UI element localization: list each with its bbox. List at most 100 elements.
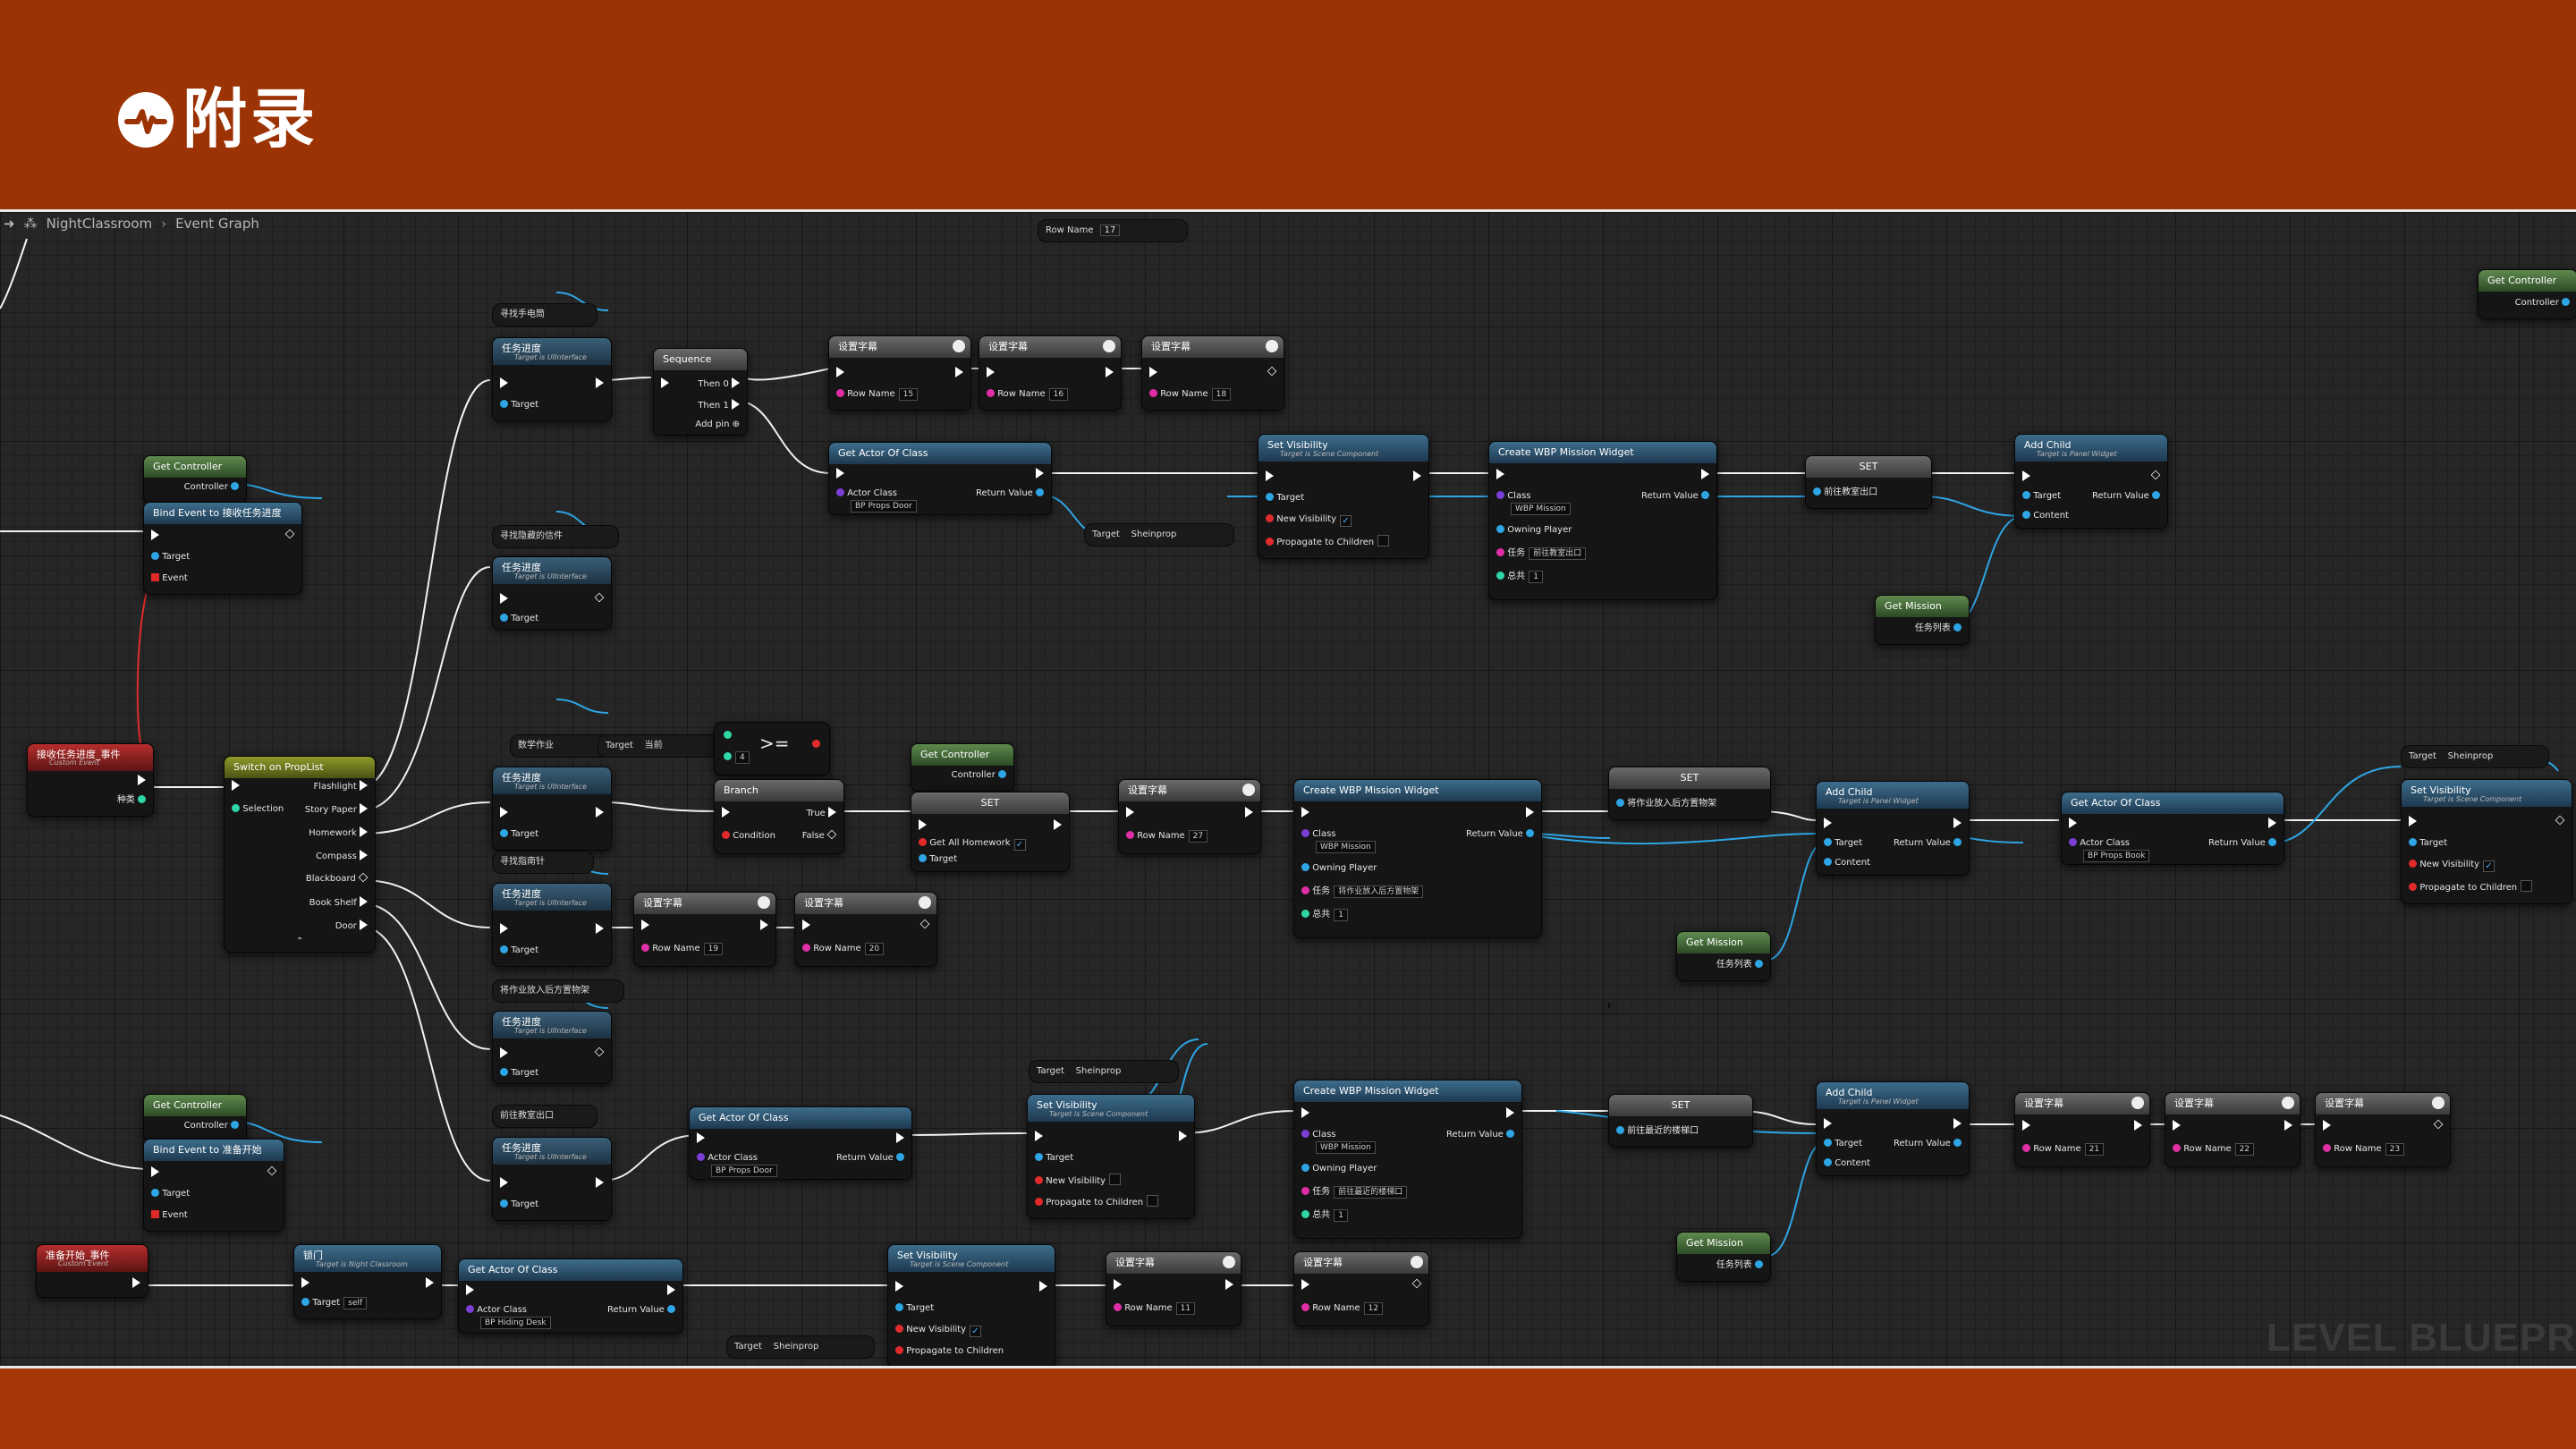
row-name-pin[interactable]: Row Name 18 [1149, 388, 1232, 401]
set-subtitle-node-27[interactable]: 设置字幕 Row Name 27 [1118, 779, 1261, 854]
set-subtitle-node-18[interactable]: 设置字幕 Row Name 18 [1141, 335, 1284, 411]
target-pin[interactable]: Target [500, 828, 538, 841]
actor-class-pin[interactable]: Actor Class [2069, 837, 2130, 850]
target-sheinprop-node[interactable]: Target Sheinprop [726, 1335, 875, 1359]
exec-in-pin[interactable] [500, 377, 508, 391]
exec-out-pin[interactable] [596, 923, 604, 936]
exec-out-pin[interactable] [596, 1177, 604, 1191]
exec-out-pin[interactable] [2284, 1120, 2292, 1133]
class-pin[interactable]: Class [1301, 1129, 1336, 1141]
exec-in-pin[interactable] [500, 923, 508, 936]
exec-in-pin[interactable] [1301, 807, 1309, 820]
lock-door-node[interactable]: 锁门 Target is Night Classroom Target self [293, 1244, 442, 1319]
exec-in-pin[interactable] [500, 807, 508, 820]
propagate-pin[interactable]: Propagate to Children [1266, 535, 1390, 549]
new-visibility-pin[interactable]: New Visibility ✓ [2409, 859, 2496, 872]
then1-pin[interactable]: Then 1 [698, 399, 740, 412]
target-pin[interactable]: Target [500, 945, 538, 957]
propagate-pin[interactable]: Propagate to Children [895, 1345, 1004, 1358]
get-mission-node[interactable]: Get Mission 任务列表 [1676, 931, 1771, 981]
exec-in-pin[interactable] [2069, 818, 2077, 831]
class-select[interactable]: WBP Mission [1312, 841, 1376, 853]
exec-in-pin[interactable] [151, 530, 159, 543]
exec-in-pin[interactable] [2409, 816, 2417, 829]
target-pin[interactable]: Target [2022, 490, 2061, 503]
content-pin[interactable]: Content [1824, 1157, 1870, 1170]
exec-out-pin[interactable] [138, 775, 146, 788]
exec-in-pin[interactable] [836, 468, 844, 481]
exec-in-pin[interactable] [2173, 1120, 2181, 1133]
set-subtitle-node-21[interactable]: 设置字幕 Row Name 21 [2014, 1092, 2150, 1167]
exec-out-pin[interactable] [596, 807, 604, 820]
var-pin[interactable]: 前往最近的楼梯口 [1616, 1125, 1699, 1138]
exec-out-pin[interactable] [1267, 366, 1277, 379]
breadcrumb-item-nightclassroom[interactable]: NightClassroom [47, 216, 153, 232]
create-widget-node[interactable]: Create WBP Mission Widget Class WBP Miss… [1488, 441, 1717, 600]
actor-class-pin[interactable]: Actor Class [466, 1304, 527, 1317]
class-select[interactable]: WBP Mission [1312, 1141, 1376, 1154]
task-pin[interactable]: 任务 前往最近的楼梯口 [1301, 1186, 1408, 1199]
get-all-homework-pin[interactable]: Get All Homework ✓ [919, 837, 1026, 851]
selection-pin[interactable]: Selection [232, 803, 284, 816]
exec-in-pin[interactable] [987, 367, 995, 380]
exec-out-pin[interactable] [1526, 807, 1534, 820]
create-widget-node[interactable]: Create WBP Mission Widget Class WBP Miss… [1293, 1080, 1522, 1239]
exec-in-pin[interactable] [1114, 1279, 1122, 1292]
return-value-pin[interactable]: Return Value [1446, 1129, 1514, 1141]
target-pin[interactable]: Target [919, 853, 957, 866]
var-pin[interactable]: 将作业放入后方置物架 [1616, 798, 1716, 810]
return-value-pin[interactable]: Return Value [976, 487, 1044, 500]
find-letter-var[interactable]: 寻找隐藏的信件 [492, 525, 619, 548]
get-controller-node[interactable]: Get Controller Controller [143, 1094, 247, 1142]
task-list-pin[interactable]: 任务列表 [1915, 623, 1962, 635]
exec-out-pin[interactable] [667, 1284, 675, 1298]
exec-in-pin[interactable] [836, 367, 844, 380]
get-controller-node[interactable]: Get Controller Controller [143, 455, 247, 504]
class-pin[interactable]: Class [1301, 828, 1336, 841]
row-name-pin[interactable]: Row Name 21 [2022, 1143, 2105, 1156]
propagate-pin[interactable]: Propagate to Children [2409, 880, 2533, 894]
exec-in-pin[interactable] [919, 819, 927, 833]
class-select[interactable]: BP Props Book [2080, 850, 2150, 862]
exec-out-pin[interactable] [760, 919, 768, 933]
exec-out-pin[interactable] [955, 367, 963, 380]
custom-event-node[interactable]: 准备开始_事件 Custom Event [36, 1244, 148, 1298]
task-list-pin[interactable]: 任务列表 [1716, 959, 1763, 971]
result-pin[interactable] [812, 739, 820, 751]
get-actor-of-class-node[interactable]: Get Actor Of Class Actor Class BP Props … [689, 1106, 912, 1180]
kind-pin[interactable]: 种类 [117, 794, 146, 807]
event-pin[interactable]: Event [151, 572, 188, 585]
case-flashlight[interactable]: Flashlight [313, 780, 368, 793]
exec-out-pin[interactable] [1036, 468, 1044, 481]
exec-out-pin[interactable] [2433, 1119, 2444, 1132]
target-pin[interactable]: Target [151, 551, 190, 564]
controller-pin[interactable]: Controller [184, 481, 239, 494]
put-homework-var[interactable]: 将作业放入后方置物架 [492, 979, 624, 1003]
task-progress-node[interactable]: 任务进度 Target is UIInterface Target [492, 883, 612, 967]
task-progress-node[interactable]: 任务进度 Target is UIInterface Target [492, 1011, 612, 1084]
target-pin[interactable]: Target self [301, 1297, 368, 1309]
collapse-icon[interactable]: ⌃ [296, 936, 303, 948]
breadcrumb-item-event-graph[interactable]: Event Graph [175, 216, 259, 232]
b-pin[interactable]: 4 [724, 751, 750, 764]
custom-event-node[interactable]: 接收任务进度_事件 Custom Event 种类 [27, 743, 154, 817]
case-book-shelf[interactable]: Book Shelf [309, 896, 368, 910]
exec-out-pin[interactable] [1054, 819, 1062, 833]
exec-in-pin[interactable] [500, 1047, 508, 1061]
bind-event-node[interactable]: Bind Event to 接收任务进度 Target Event [143, 502, 302, 595]
event-pin[interactable]: Event [151, 1209, 188, 1222]
get-mission-node[interactable]: Get Mission 任务列表 [1875, 595, 1970, 645]
total-pin[interactable]: 总共 1 [1301, 1209, 1348, 1222]
new-visibility-pin[interactable]: New Visibility [1035, 1174, 1122, 1188]
exec-out-pin[interactable] [1413, 470, 1421, 484]
set-visibility-node[interactable]: Set Visibility Target is Scene Component … [1027, 1094, 1195, 1219]
task-pin[interactable]: 任务 前往教室出口 [1496, 547, 1587, 560]
add-child-node[interactable]: Add Child Target is Panel Widget Target R… [1816, 781, 1970, 876]
target-sheinprop-node[interactable]: Target Sheinprop [2401, 745, 2549, 768]
return-value-pin[interactable]: Return Value [1466, 828, 1534, 841]
exec-out-pin[interactable] [594, 1046, 605, 1060]
task-progress-node[interactable]: 任务进度 Target is UIInterface Target [492, 556, 612, 630]
exec-out-pin[interactable] [1245, 807, 1253, 820]
owning-player-pin[interactable]: Owning Player [1301, 1163, 1377, 1175]
exec-in-pin[interactable] [1496, 469, 1504, 482]
